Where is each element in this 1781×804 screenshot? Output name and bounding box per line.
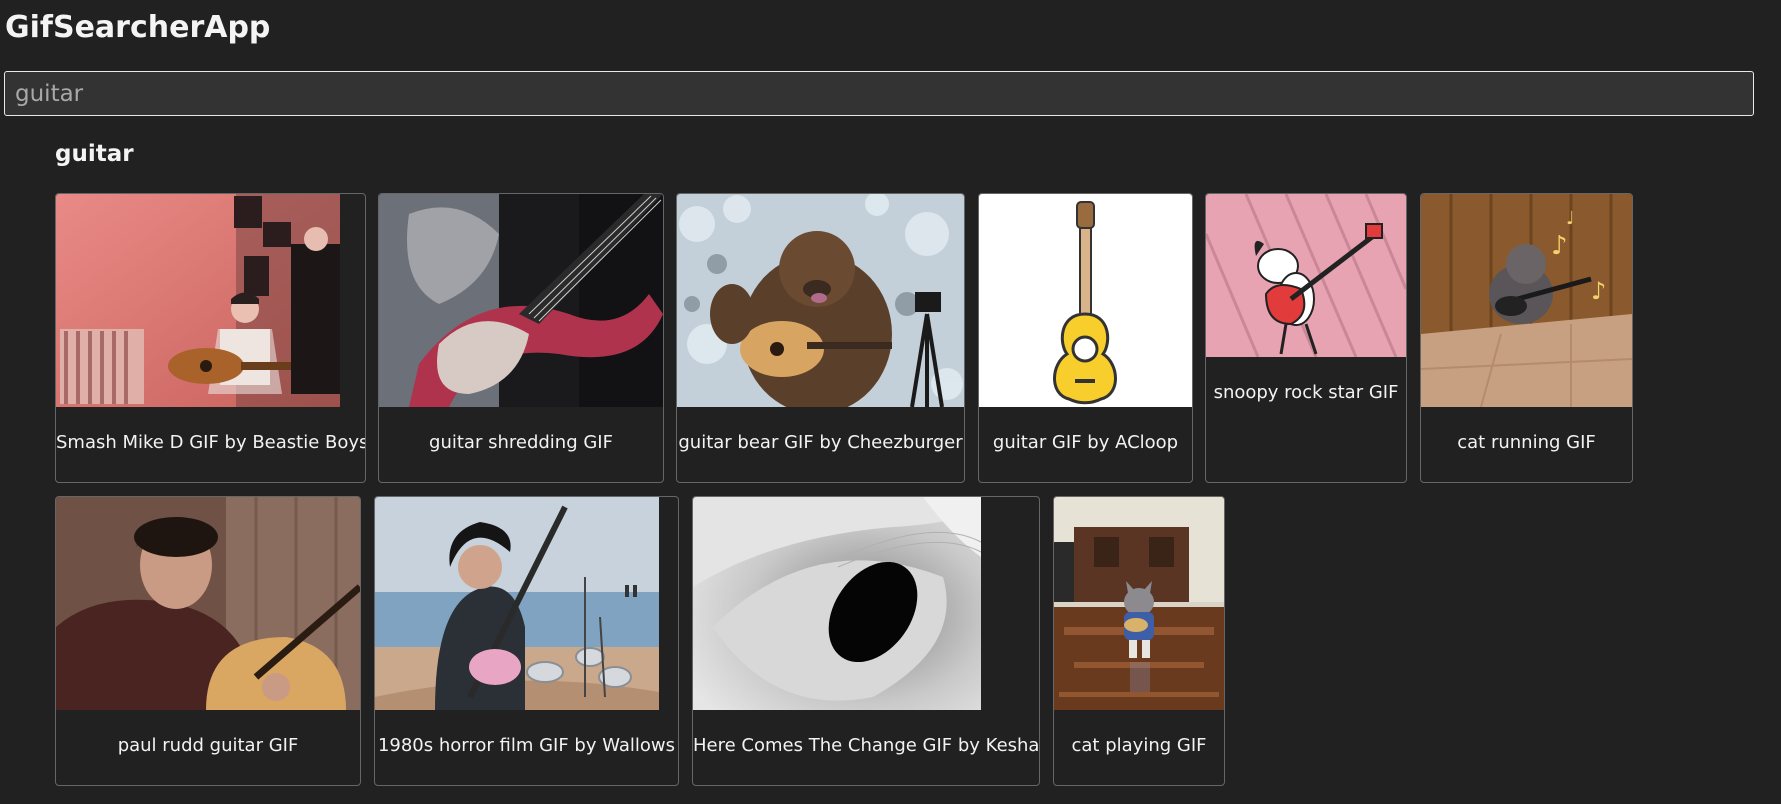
gif-title: cat running GIF <box>1457 432 1596 453</box>
gif-card[interactable]: ♪ ♪ ♩ cat running GIF <box>1420 193 1633 483</box>
gif-title: guitar shredding GIF <box>429 432 613 453</box>
svg-text:♪: ♪ <box>1551 231 1568 261</box>
gif-title: 1980s horror film GIF by Wallows <box>377 735 676 756</box>
gif-thumbnail <box>979 194 1192 407</box>
svg-text:♪: ♪ <box>1591 277 1606 305</box>
gif-thumbnail <box>1206 194 1406 357</box>
gif-thumbnail <box>677 194 964 407</box>
gif-card[interactable]: Here Comes The Change GIF by Kesha <box>692 496 1040 786</box>
gif-thumbnail <box>693 497 981 710</box>
gif-card[interactable]: snoopy rock star GIF <box>1205 193 1407 483</box>
gif-title: Here Comes The Change GIF by Kesha <box>693 735 1040 756</box>
svg-text:♩: ♩ <box>1566 208 1575 229</box>
search-input[interactable] <box>4 71 1754 116</box>
gif-card[interactable]: guitar bear GIF by Cheezburger <box>676 193 965 483</box>
gif-title: guitar GIF by ACloop <box>992 432 1179 453</box>
gif-title: snoopy rock star GIF <box>1213 382 1399 403</box>
gif-thumbnail: ♪ ♪ ♩ <box>1421 194 1632 407</box>
gif-card[interactable]: Smash Mike D GIF by Beastie Boys <box>55 193 366 483</box>
gif-title: Smash Mike D GIF by Beastie Boys <box>56 432 366 453</box>
gif-title: paul rudd guitar GIF <box>117 735 299 756</box>
gif-title: cat playing GIF <box>1071 735 1207 756</box>
gif-thumbnail <box>56 497 360 710</box>
app-title: GifSearcherApp <box>5 10 271 45</box>
gif-title: guitar bear GIF by Cheezburger <box>678 432 963 453</box>
gif-card[interactable]: guitar GIF by ACloop <box>978 193 1193 483</box>
gif-card[interactable]: 1980s horror film GIF by Wallows <box>374 496 679 786</box>
gif-card[interactable]: cat playing GIF <box>1053 496 1225 786</box>
gif-thumbnail <box>375 497 659 710</box>
gif-thumbnail <box>1054 497 1224 710</box>
gif-thumbnail <box>379 194 663 407</box>
gif-card[interactable]: paul rudd guitar GIF <box>55 496 361 786</box>
gif-thumbnail <box>56 194 340 407</box>
category-title: guitar <box>55 141 134 167</box>
gif-card[interactable]: guitar shredding GIF <box>378 193 664 483</box>
